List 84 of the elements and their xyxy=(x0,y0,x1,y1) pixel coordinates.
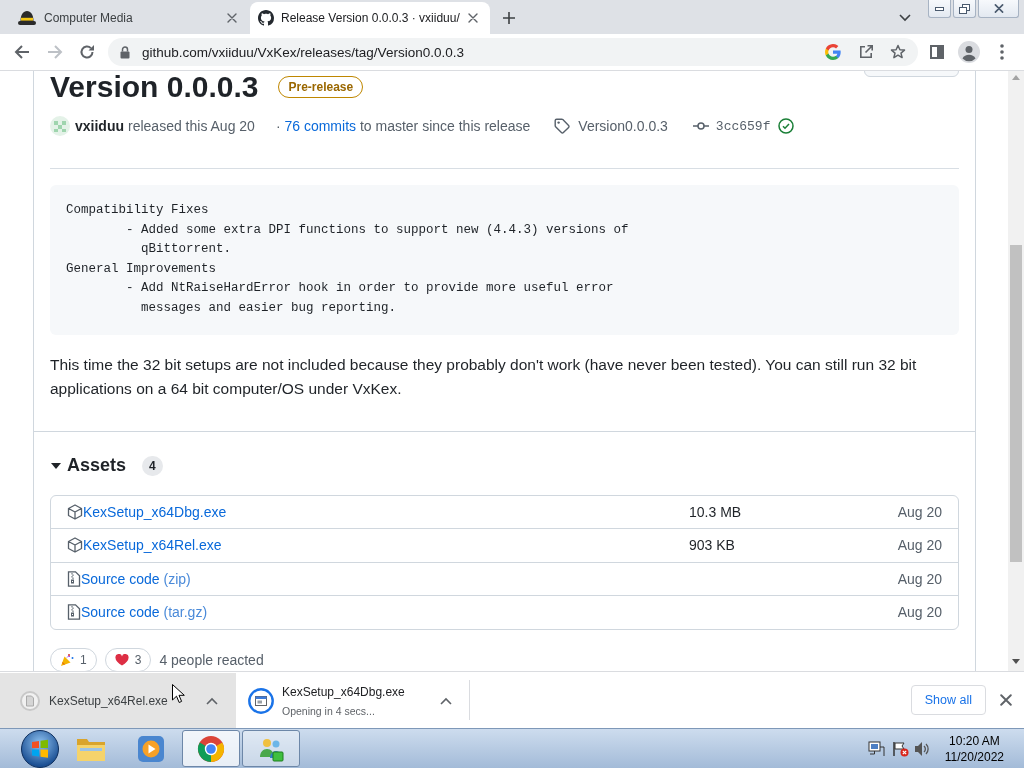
asset-date: Aug 20 xyxy=(896,570,942,587)
asset-size: 903 KB xyxy=(689,537,736,554)
restore-button[interactable] xyxy=(953,0,976,18)
commit-link[interactable]: 3cc659f xyxy=(715,118,771,134)
chevron-up-icon[interactable] xyxy=(440,696,452,705)
taskbar-button[interactable] xyxy=(242,730,300,767)
github-logo-icon xyxy=(258,10,274,26)
network-icon[interactable] xyxy=(867,740,886,757)
show-all-button[interactable]: Show all xyxy=(910,685,986,715)
minimize-button[interactable] xyxy=(928,0,951,18)
commits-text: · 76 commits to master since this release xyxy=(275,118,531,134)
speaker-icon[interactable] xyxy=(913,740,930,757)
assets-heading[interactable]: Assets xyxy=(67,455,127,477)
release-title: Version 0.0.0.3 xyxy=(50,71,259,103)
release-description: This time the 32 bit setups are not included because they probably don't work (have never been tested). You can still run 32 bit applications on a 64 bit computer/OS under VxKex. xyxy=(50,354,918,399)
asset-date: Aug 20 xyxy=(896,604,942,621)
release-note-line: messages and easier bug reporting. xyxy=(140,299,398,317)
reaction-button[interactable]: 3 xyxy=(104,647,152,671)
minimize-icon xyxy=(935,6,944,11)
browser-tab[interactable]: Release Version 0.0.0.3 · vxiiduu/ xyxy=(250,2,490,34)
url-text: github.com/vxiiduu/VxKex/releases/tag/Version0.0.0.3 xyxy=(142,44,464,60)
asset-link[interactable]: KexSetup_x64Dbg.exe xyxy=(83,503,227,520)
close-icon xyxy=(993,4,1004,13)
taskbar-button[interactable] xyxy=(182,730,240,767)
scroll-down-icon[interactable] xyxy=(1012,659,1020,664)
close-window-button[interactable] xyxy=(978,0,1019,18)
reaction-button[interactable]: 1 xyxy=(50,647,97,671)
media-play-icon xyxy=(137,734,165,763)
tag-link[interactable]: Version0.0.0.3 xyxy=(578,118,668,134)
chevron-up-icon[interactable] xyxy=(206,696,218,705)
bookmark-star-icon[interactable] xyxy=(890,44,906,60)
reload-icon[interactable] xyxy=(79,44,95,60)
share-icon[interactable] xyxy=(858,44,874,60)
commits-link[interactable]: 76 commits xyxy=(284,118,357,134)
new-tab-plus-icon[interactable] xyxy=(503,12,515,24)
menu-icon[interactable] xyxy=(1000,44,1004,60)
lock-icon[interactable] xyxy=(120,45,130,59)
download-item[interactable]: KexSetup_x64Dbg.exe Opening in 4 secs... xyxy=(236,673,469,728)
author-link[interactable]: vxiiduu xyxy=(75,118,124,134)
release-date-text: released this Aug 20 xyxy=(128,118,255,134)
clock-date[interactable]: 11/20/2022 xyxy=(944,748,1004,765)
clock-time[interactable]: 10:20 AM xyxy=(949,732,1000,749)
asset-link[interactable]: Source code (tar.gz) xyxy=(81,604,208,621)
browser-tab[interactable]: Computer Media xyxy=(0,2,246,34)
download-item[interactable]: KexSetup_x64Rel.exe xyxy=(0,673,236,728)
assets-count: 4 xyxy=(142,455,163,476)
mouse-pointer-icon xyxy=(172,684,185,704)
heart-icon xyxy=(114,653,129,666)
address-bar[interactable]: github.com/vxiiduu/VxKex/releases/tag/Version0.0.0.3 xyxy=(108,38,918,66)
browser-icon xyxy=(197,734,225,763)
asset-link[interactable]: Source code (zip) xyxy=(81,570,191,587)
google-g-icon[interactable] xyxy=(825,44,841,60)
caret-icon[interactable] xyxy=(51,462,61,469)
close-icon[interactable] xyxy=(1000,694,1012,706)
asset-size: 10.3 MB xyxy=(689,503,743,520)
flag-icon[interactable] xyxy=(890,740,909,757)
party-popper-icon xyxy=(60,652,74,667)
reactions-summary: 4 people reacted xyxy=(159,651,264,668)
asset-date: Aug 20 xyxy=(896,503,942,520)
release-note-line: qBittorrent. xyxy=(140,241,233,259)
zip-file-icon xyxy=(67,604,81,621)
close-icon[interactable] xyxy=(227,13,237,23)
back-arrow-icon[interactable] xyxy=(14,44,30,60)
scrollbar-thumb[interactable] xyxy=(1010,245,1022,562)
profile-icon[interactable] xyxy=(958,41,980,63)
package-icon xyxy=(67,503,83,520)
hat-icon xyxy=(18,10,36,26)
restore-icon xyxy=(959,3,970,14)
asset-date: Aug 20 xyxy=(896,537,942,554)
release-note-line: General Improvements xyxy=(66,260,218,278)
scrollbar[interactable] xyxy=(1008,71,1024,671)
tag-icon xyxy=(554,118,571,134)
release-note-line: Compatibility Fixes xyxy=(66,202,210,219)
start-orb-icon[interactable] xyxy=(21,729,59,768)
commit-icon xyxy=(692,121,709,131)
side-panel-icon[interactable] xyxy=(930,45,944,59)
release-note-line: - Added some extra DPI functions to support new (4.4.3) versions of xyxy=(125,221,630,239)
package-icon xyxy=(67,537,83,554)
release-note-line: - Add NtRaiseHardError hook in order to provide more useful error xyxy=(125,280,615,298)
chevron-down-icon[interactable] xyxy=(899,14,911,22)
asset-link[interactable]: KexSetup_x64Rel.exe xyxy=(83,537,222,554)
avatar-icon xyxy=(50,116,70,136)
close-icon[interactable] xyxy=(468,13,478,23)
zip-file-icon xyxy=(67,570,81,587)
